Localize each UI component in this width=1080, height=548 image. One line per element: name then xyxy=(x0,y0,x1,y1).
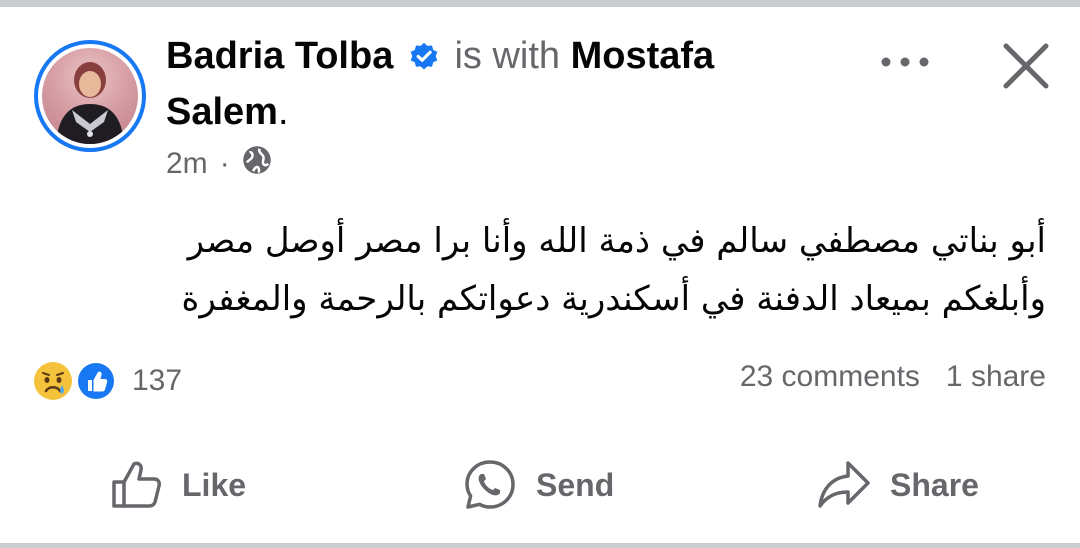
shares-count[interactable]: 1 share xyxy=(946,360,1046,394)
action-bar: Like Send Share xyxy=(0,450,1080,520)
avatar[interactable] xyxy=(34,40,146,152)
share-arrow-icon xyxy=(818,461,870,508)
engagement-stats: 23 comments 1 share xyxy=(740,360,1046,394)
more-dots-icon xyxy=(881,57,929,67)
tagged-name-first[interactable]: Mostafa xyxy=(571,35,715,77)
sad-reaction-icon xyxy=(34,362,72,400)
close-icon xyxy=(1003,43,1049,89)
post-meta: 2m · xyxy=(166,145,272,183)
profile-photo xyxy=(42,48,138,144)
top-divider xyxy=(0,0,1080,7)
globe-icon xyxy=(242,145,272,183)
post-header: Badria Tolba is with Mostafa Salem. xyxy=(166,30,866,138)
tagged-name-last[interactable]: Salem xyxy=(166,91,278,133)
post-text-line: وأبلغكم بميعاد الدفنة في أسكندرية دعواتك… xyxy=(181,279,1046,319)
meta-separator: · xyxy=(219,147,230,180)
reaction-count: 137 xyxy=(132,364,183,397)
header-period: . xyxy=(277,91,289,133)
send-button[interactable]: Send xyxy=(462,450,614,520)
whatsapp-icon xyxy=(465,460,515,509)
verified-badge-icon xyxy=(408,34,440,86)
post-text-line: أبو بناتي مصطفي سالم في ذمة الله وأنا بر… xyxy=(187,221,1046,261)
send-label: Send xyxy=(536,466,615,503)
comments-count[interactable]: 23 comments xyxy=(740,360,920,394)
bottom-divider xyxy=(0,543,1080,548)
reactions-summary[interactable]: 137 xyxy=(30,358,182,404)
post-time[interactable]: 2m xyxy=(166,147,208,181)
reaction-icons xyxy=(34,361,116,401)
like-button[interactable]: Like xyxy=(110,450,246,520)
more-options-button[interactable] xyxy=(874,40,938,84)
with-text: is with xyxy=(454,35,561,77)
close-button[interactable] xyxy=(996,36,1056,96)
like-reaction-icon xyxy=(76,361,116,401)
share-button[interactable]: Share xyxy=(816,450,979,520)
post-body: أبو بناتي مصطفي سالم في ذمة الله وأنا بر… xyxy=(60,212,1046,328)
thumbs-up-icon xyxy=(112,461,161,508)
author-name[interactable]: Badria Tolba xyxy=(166,35,393,77)
like-label: Like xyxy=(182,466,247,503)
share-label: Share xyxy=(890,466,979,503)
